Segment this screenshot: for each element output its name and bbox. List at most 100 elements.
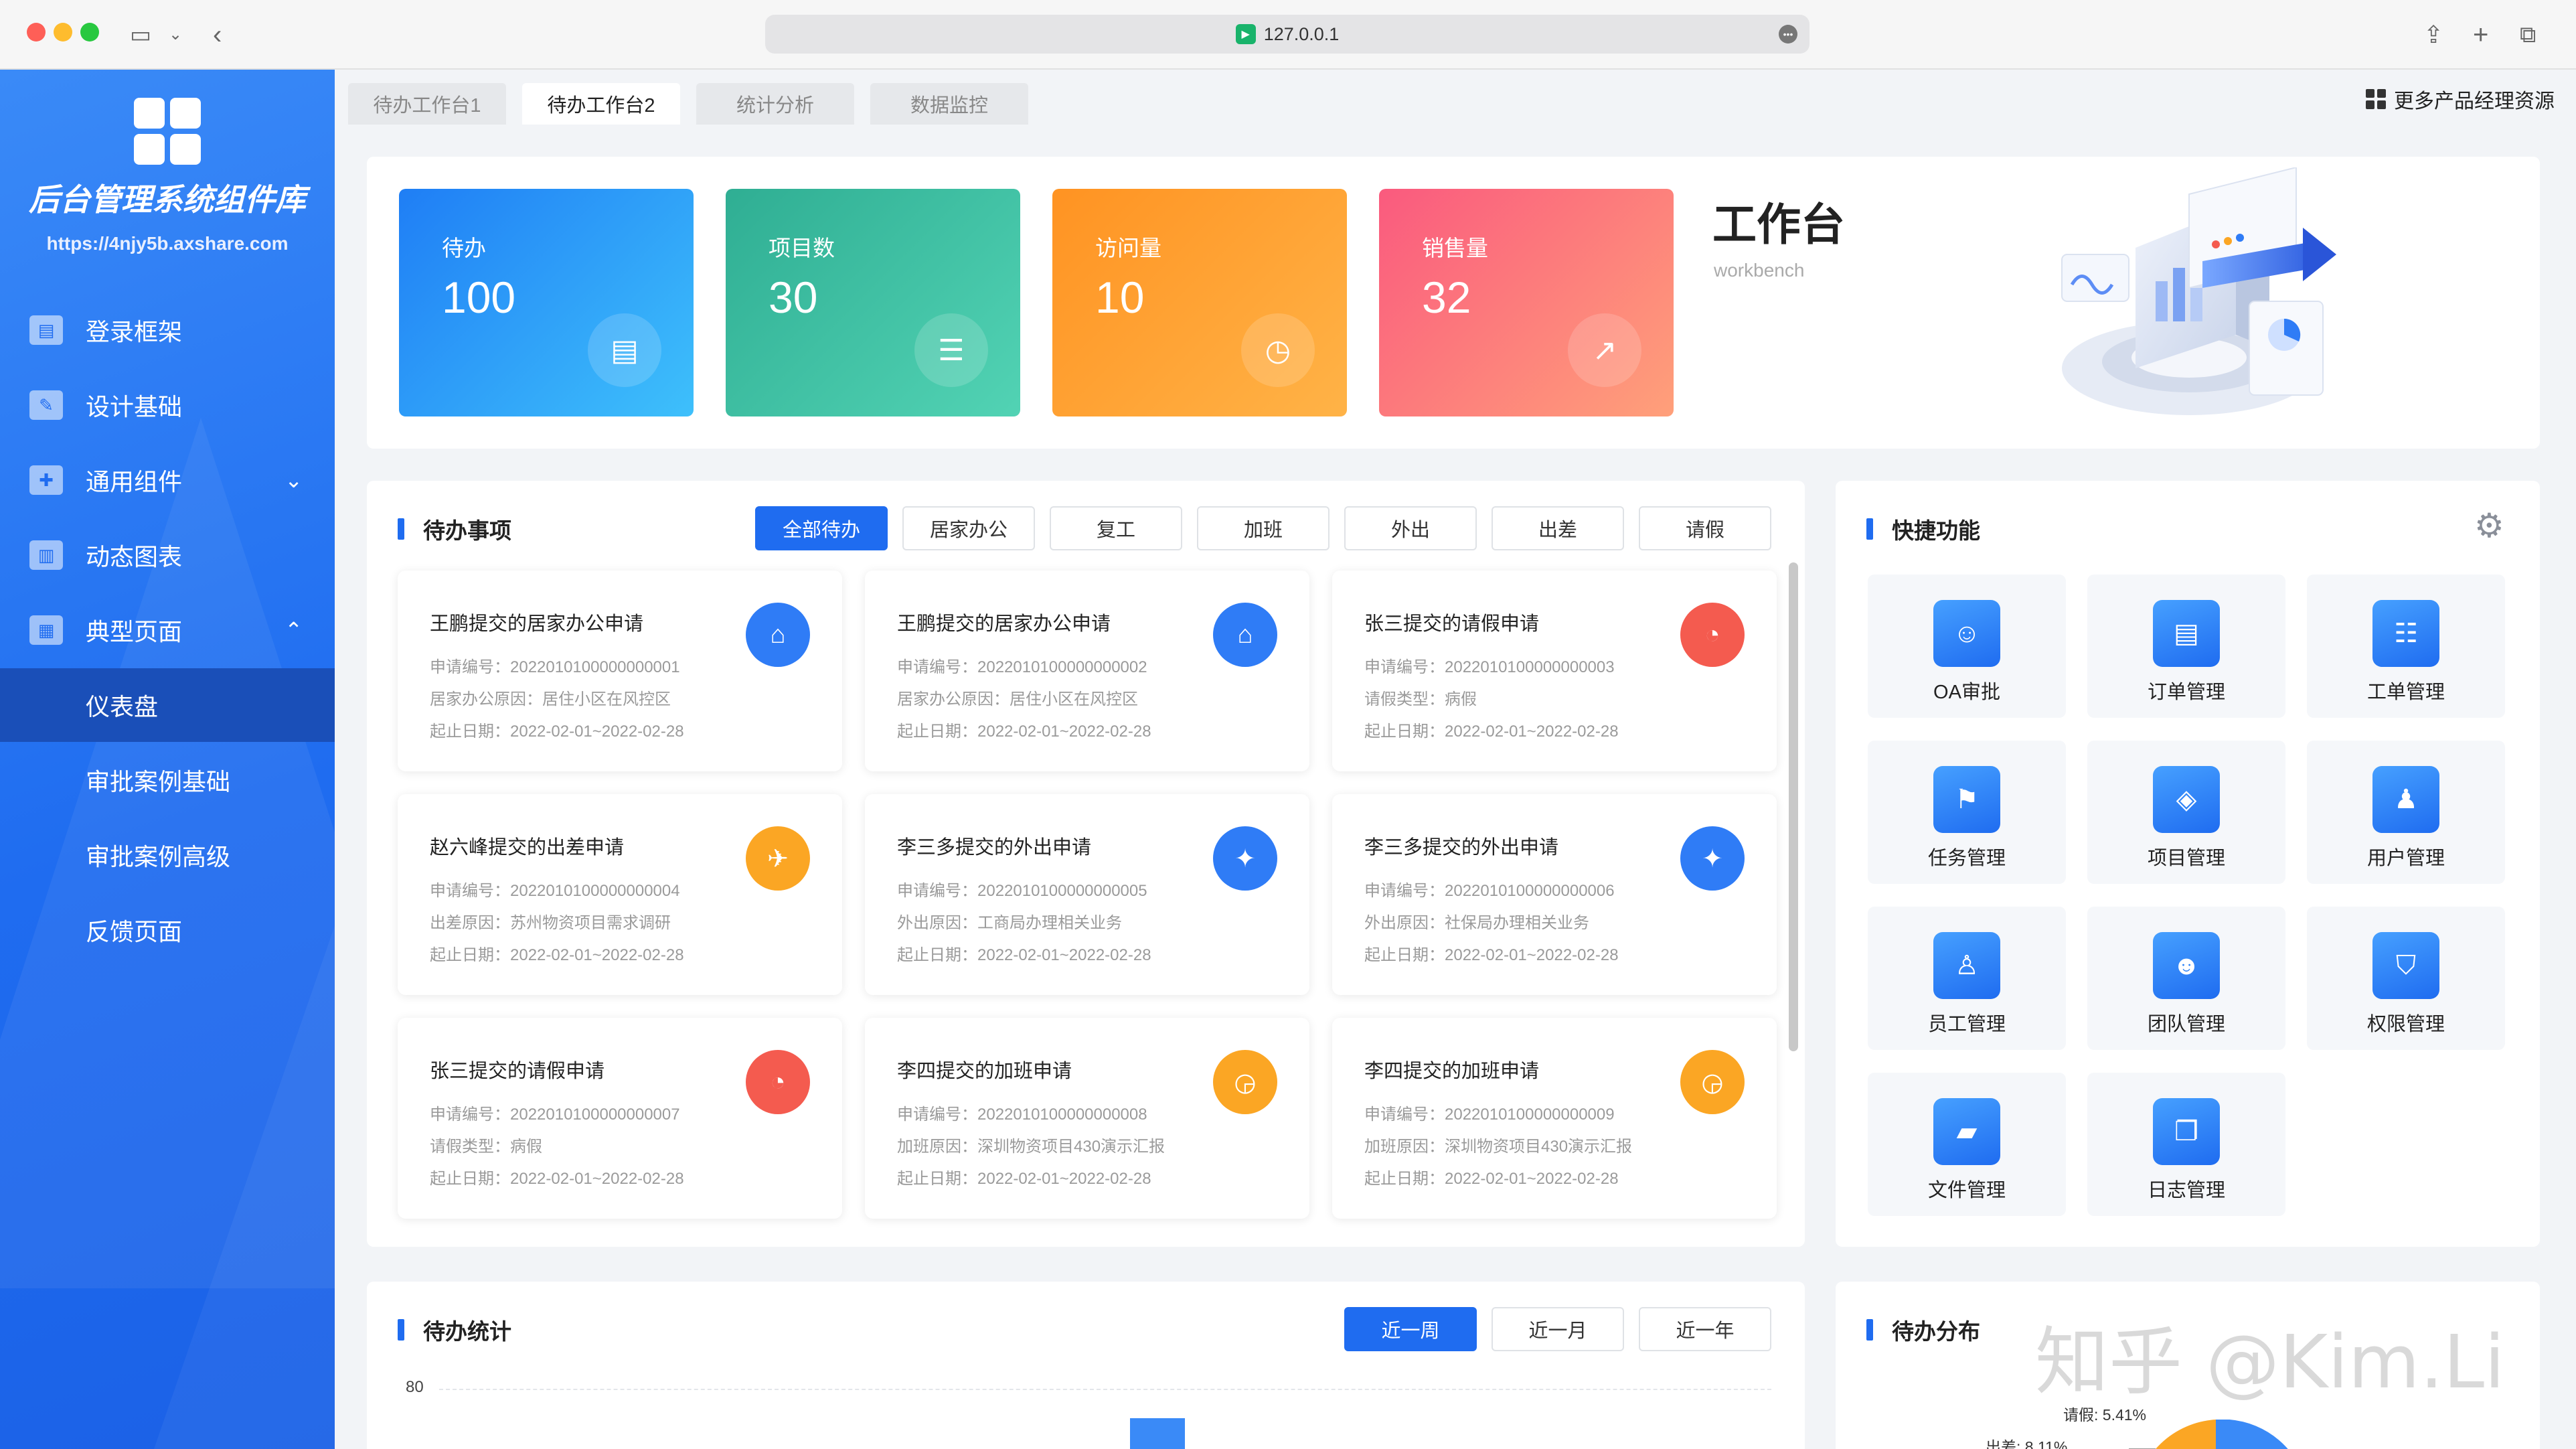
range-week[interactable]: 近一周 — [1344, 1307, 1477, 1351]
filter-home-office[interactable]: 居家办公 — [902, 506, 1035, 550]
filter-leave[interactable]: 请假 — [1639, 506, 1771, 550]
tab-statistics[interactable]: 统计分析 — [696, 83, 854, 125]
card-line: 起止日期：2022-02-01~2022-02-28 — [430, 1170, 684, 1188]
sidebar-subitem-approval-advanced[interactable]: 审批案例高级 — [0, 818, 335, 892]
filter-business-trip[interactable]: 出差 — [1492, 506, 1624, 550]
sidebar-item-common-components[interactable]: ✚ 通用组件 ⌄ — [0, 443, 335, 517]
todo-card[interactable]: 张三提交的请假申请 申请编号：2022010100000000007 请假类型：… — [398, 1018, 842, 1219]
quick-label: 员工管理 — [1927, 1014, 2006, 1035]
stat-card-visits[interactable]: 访问量 10 ◷ — [1052, 189, 1347, 416]
share-icon[interactable]: ⇪ — [2423, 16, 2443, 54]
stat-card-todo[interactable]: 待办 100 ▤ — [399, 189, 694, 416]
stat-card-projects[interactable]: 项目数 30 ☰ — [726, 189, 1020, 416]
todo-card[interactable]: 赵六峰提交的出差申请 申请编号：2022010100000000004 出差原因… — [398, 794, 842, 995]
card-line: 申请编号：2022010100000000006 — [1364, 882, 1615, 900]
quick-permission-mgmt[interactable]: ⛉ 权限管理 — [2307, 907, 2505, 1050]
tab-workbench-1[interactable]: 待办工作台1 — [348, 83, 506, 125]
pie-label-trip: 出差: 8.11% — [1986, 1438, 2068, 1449]
card-line: 起止日期：2022-02-01~2022-02-28 — [897, 722, 1151, 741]
stat-card-sales[interactable]: 销售量 32 ↗ — [1379, 189, 1674, 416]
sidebar-item-dynamic-charts[interactable]: ▥ 动态图表 — [0, 518, 335, 592]
quick-order-mgmt[interactable]: ▤ 订单管理 — [2087, 575, 2285, 718]
new-tab-icon[interactable]: + — [2473, 16, 2488, 54]
quick-team-mgmt[interactable]: ☻ 团队管理 — [2087, 907, 2285, 1050]
gear-icon[interactable]: ⚙ — [2474, 506, 2504, 545]
filter-outing[interactable]: 外出 — [1344, 506, 1477, 550]
todo-card[interactable]: 王鹏提交的居家办公申请 申请编号：2022010100000000002 居家办… — [865, 570, 1309, 771]
card-title: 王鹏提交的居家办公申请 — [897, 613, 1111, 635]
todo-title: 待办事项 — [398, 513, 511, 545]
sidebar-subitem-approval-basic[interactable]: 审批案例基础 — [0, 743, 335, 817]
card-line: 起止日期：2022-02-01~2022-02-28 — [1364, 722, 1619, 741]
quick-file-mgmt[interactable]: ▰ 文件管理 — [1868, 1073, 2066, 1216]
range-year[interactable]: 近一年 — [1639, 1307, 1771, 1351]
range-month[interactable]: 近一月 — [1492, 1307, 1624, 1351]
back-icon[interactable]: ‹ — [213, 16, 222, 54]
sidebar-item-design-basics[interactable]: ✎ 设计基础 — [0, 368, 335, 442]
sidebar: 后台管理系统组件库 https://4njy5b.axshare.com ▤ 登… — [0, 70, 335, 1449]
quick-label: 文件管理 — [1927, 1180, 2006, 1201]
quick-project-mgmt[interactable]: ◈ 项目管理 — [2087, 741, 2285, 884]
filter-overtime[interactable]: 加班 — [1197, 506, 1330, 550]
sidebar-subitem-dashboard[interactable]: 仪表盘 — [0, 668, 335, 742]
stat-value: 32 — [1422, 273, 1471, 322]
tab-workbench-2[interactable]: 待办工作台2 — [522, 83, 680, 125]
todo-card[interactable]: 李四提交的加班申请 申请编号：2022010100000000008 加班原因：… — [865, 1018, 1309, 1219]
workbench-illustration — [2061, 167, 2336, 415]
quick-label: 工单管理 — [2366, 682, 2445, 703]
todo-card[interactable]: 李四提交的加班申请 申请编号：2022010100000000009 加班原因：… — [1332, 1018, 1777, 1219]
tab-overview-icon[interactable]: ⧉ — [2520, 16, 2536, 54]
card-line: 申请编号：2022010100000000007 — [430, 1105, 680, 1124]
todo-card[interactable]: 王鹏提交的居家办公申请 申请编号：2022010100000000001 居家办… — [398, 570, 842, 771]
sidebar-toggle-icon[interactable]: ▭ — [130, 16, 151, 54]
todo-card[interactable]: 李三多提交的外出申请 申请编号：2022010100000000006 外出原因… — [1332, 794, 1777, 995]
minimize-window-button[interactable] — [54, 23, 72, 42]
more-resources-label: 更多产品经理资源 — [2394, 90, 2555, 112]
quick-user-mgmt[interactable]: ♟ 用户管理 — [2307, 741, 2505, 884]
close-window-button[interactable] — [27, 23, 46, 42]
employee-icon: ♙ — [1933, 932, 2000, 999]
overtime-icon: ◶ — [1680, 1050, 1745, 1114]
quick-oa-approval[interactable]: ☺ OA审批 — [1868, 575, 2066, 718]
brand-url: https://4njy5b.axshare.com — [46, 233, 289, 254]
list-doc-icon: ☰ — [914, 313, 988, 387]
quick-label: 订单管理 — [2147, 682, 2225, 703]
pie-chart — [2129, 1420, 2288, 1449]
more-resources-link[interactable]: 更多产品经理资源 — [2366, 83, 2555, 115]
chevron-down-icon[interactable]: ⌄ — [169, 16, 182, 54]
card-line: 外出原因：社保局办理相关业务 — [1364, 914, 1589, 932]
stat-value: 100 — [442, 273, 516, 322]
sidebar-subitem-feedback[interactable]: 反馈页面 — [0, 893, 335, 967]
address-bar[interactable]: ▶ 127.0.0.1 ••• — [765, 15, 1809, 54]
site-favicon-icon: ▶ — [1235, 24, 1256, 44]
quick-task-mgmt[interactable]: ⚑ 任务管理 — [1868, 741, 2066, 884]
quick-label: 团队管理 — [2147, 1014, 2225, 1035]
quick-label: 日志管理 — [2147, 1180, 2225, 1201]
zoom-window-button[interactable] — [80, 23, 99, 42]
quick-employee-mgmt[interactable]: ♙ 员工管理 — [1868, 907, 2066, 1050]
card-line: 申请编号：2022010100000000005 — [897, 882, 1147, 900]
filter-resume-work[interactable]: 复工 — [1050, 506, 1182, 550]
todo-card[interactable]: 张三提交的请假申请 申请编号：2022010100000000003 请假类型：… — [1332, 570, 1777, 771]
quick-log-mgmt[interactable]: ❐ 日志管理 — [2087, 1073, 2285, 1216]
card-line: 起止日期：2022-02-01~2022-02-28 — [1364, 1170, 1619, 1188]
todo-scrollbar[interactable] — [1789, 562, 1798, 1051]
stat-value: 10 — [1095, 273, 1145, 322]
quick-label: 项目管理 — [2147, 848, 2225, 869]
quick-ticket-mgmt[interactable]: ☷ 工单管理 — [2307, 575, 2505, 718]
shield-icon: ⛉ — [2372, 932, 2439, 999]
filter-all[interactable]: 全部待办 — [755, 506, 888, 550]
sidebar-item-typical-pages[interactable]: ▦ 典型页面 ⌃ — [0, 593, 335, 667]
logo-icon — [134, 98, 201, 165]
stat-label: 销售量 — [1422, 236, 1488, 260]
card-line: 申请编号：2022010100000000003 — [1364, 658, 1615, 676]
card-title: 张三提交的请假申请 — [1364, 613, 1540, 635]
card-title: 张三提交的请假申请 — [430, 1061, 605, 1082]
tab-data-monitor[interactable]: 数据监控 — [870, 83, 1028, 125]
pie-slice-leave — [2156, 1420, 2216, 1449]
team-icon: ☻ — [2153, 932, 2220, 999]
sidebar-item-login-frame[interactable]: ▤ 登录框架 — [0, 293, 335, 367]
todo-card[interactable]: 李三多提交的外出申请 申请编号：2022010100000000005 外出原因… — [865, 794, 1309, 995]
more-options-icon[interactable]: ••• — [1779, 25, 1797, 44]
chart-bar[interactable] — [1130, 1418, 1185, 1449]
